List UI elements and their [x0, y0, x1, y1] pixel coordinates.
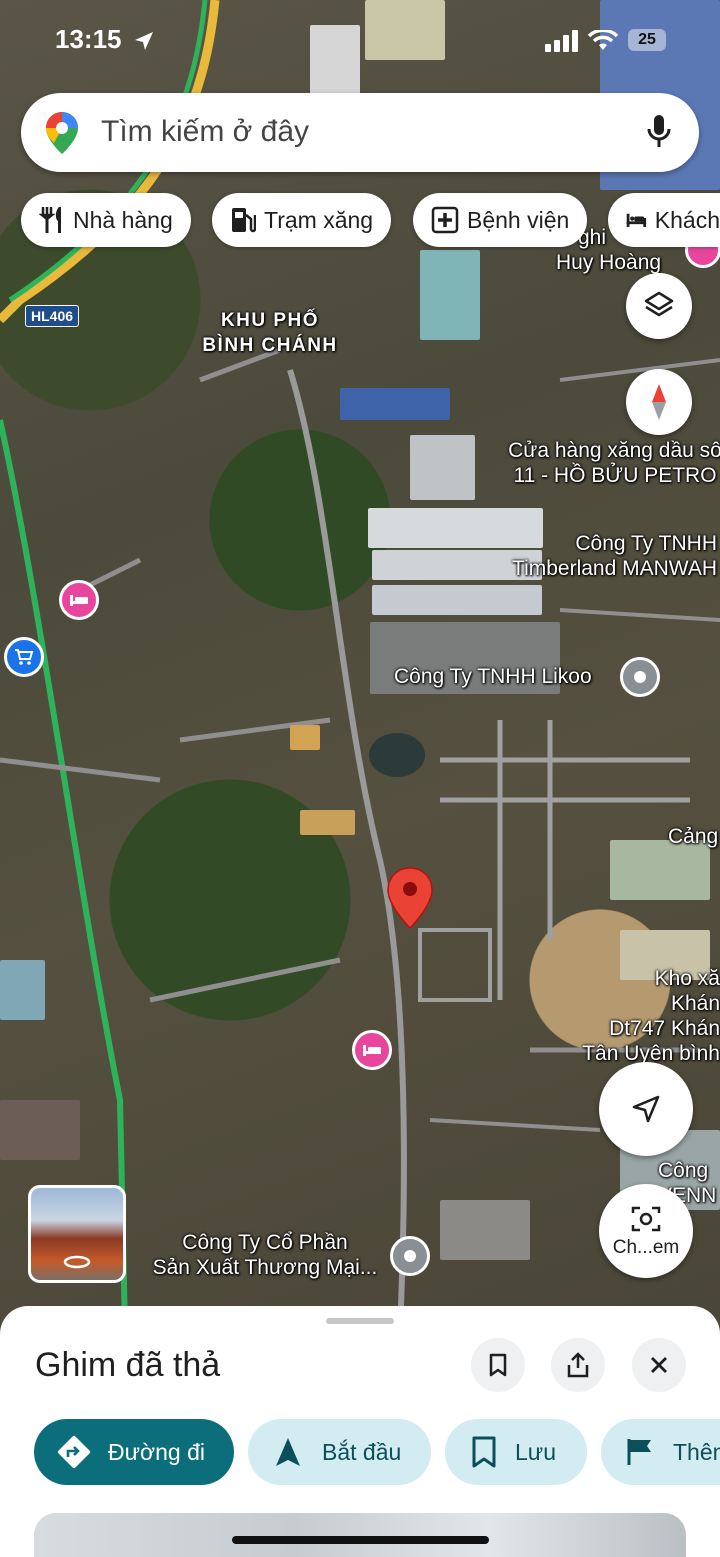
location-arrow-icon [135, 32, 153, 50]
chip-label: Bệnh viện [467, 206, 570, 233]
building [300, 810, 355, 835]
local-road [418, 928, 492, 1002]
compass-button[interactable] [626, 369, 692, 435]
chip-hospitals[interactable]: Bệnh viện [413, 193, 588, 247]
chip-gas-stations[interactable]: Trạm xăng [212, 193, 392, 247]
street-view-thumbnail[interactable] [28, 1185, 126, 1283]
bookmark-icon [489, 1353, 507, 1377]
place-photo[interactable] [34, 1513, 686, 1557]
search-bar[interactable]: Tìm kiếm ở đây [21, 93, 699, 172]
bed-icon [626, 213, 647, 227]
shopping-cart-poi-icon[interactable] [4, 637, 44, 677]
layers-button[interactable] [626, 273, 692, 339]
sheet-title: Ghim đã thả [35, 1346, 221, 1384]
place-label[interactable]: Công Ty TNHH Timberland MANWAH [485, 531, 717, 581]
place-label[interactable]: Cửa hàng xăng dầu sô 11 - HỒ BỬU PETRO [490, 438, 720, 488]
hotel-poi-icon[interactable] [352, 1030, 392, 1070]
road-shield: HL406 [25, 305, 80, 327]
directions-label: Đường đi [108, 1438, 205, 1465]
wifi-icon [588, 30, 618, 50]
place-marker-icon[interactable] [620, 657, 660, 697]
battery-icon: 25 [628, 29, 666, 51]
share-icon [567, 1352, 589, 1378]
save-label: Lưu [515, 1438, 556, 1465]
chip-label: Nhà hàng [73, 206, 173, 233]
home-indicator[interactable] [232, 1536, 489, 1544]
close-button[interactable] [632, 1338, 686, 1392]
start-label: Bắt đầu [322, 1438, 402, 1465]
share-button[interactable] [551, 1338, 605, 1392]
start-button[interactable]: Bắt đầu [248, 1419, 431, 1485]
place-label[interactable]: Công Ty Cổ Phần Sản Xuất Thương Mại... [130, 1230, 400, 1280]
place-label[interactable]: Kho xă Khán Dt747 Khán Tân Uyên bình [570, 966, 720, 1066]
building [610, 840, 710, 900]
dropped-pin-icon[interactable] [386, 866, 434, 930]
building [420, 250, 480, 340]
gas-station-icon [232, 208, 256, 233]
layers-icon [644, 291, 674, 317]
building [372, 585, 542, 615]
chip-hotels[interactable]: Khách [608, 193, 720, 247]
signal-icon [545, 30, 578, 52]
fork-knife-icon [39, 207, 61, 233]
directions-icon [57, 1435, 91, 1469]
directions-button[interactable]: Đường đi [34, 1419, 234, 1485]
save-button[interactable] [471, 1338, 525, 1392]
navigation-arrow-icon [632, 1095, 660, 1123]
status-time: 13:15 [55, 24, 122, 54]
my-location-button[interactable] [599, 1062, 693, 1156]
place-label[interactable]: Cảng [668, 824, 718, 849]
building [0, 1100, 80, 1160]
building [290, 725, 320, 750]
navigation-arrow-icon [276, 1438, 300, 1466]
save-action-button[interactable]: Lưu [445, 1419, 587, 1485]
compass-icon [652, 384, 666, 420]
building [340, 388, 450, 420]
microphone-icon[interactable] [646, 114, 672, 150]
bookmark-icon [472, 1436, 496, 1468]
place-bottom-sheet[interactable]: Ghim đã thả Đường đi Bắt đầu Lưu Thêm [0, 1306, 720, 1557]
status-bar: 13:15 25 [0, 0, 720, 80]
search-input[interactable]: Tìm kiếm ở đây [101, 115, 309, 149]
camera-button-label: Ch...em [612, 1237, 680, 1258]
building [440, 1200, 530, 1260]
sheet-drag-handle[interactable] [326, 1318, 394, 1324]
hospital-icon [431, 206, 459, 234]
chip-label: Trạm xăng [264, 206, 374, 233]
building [0, 960, 45, 1020]
camera-lens-icon [631, 1206, 661, 1232]
hotel-poi-icon[interactable] [59, 580, 99, 620]
rotate-360-icon [63, 1255, 91, 1269]
area-label: KHU PHỐ BÌNH CHÁNH [202, 310, 338, 356]
more-label: Thêm [673, 1438, 720, 1465]
chip-restaurants[interactable]: Nhà hàng [21, 193, 191, 247]
building [410, 435, 475, 500]
flag-icon [627, 1439, 651, 1465]
google-maps-logo-icon [46, 112, 78, 154]
close-icon [651, 1357, 667, 1373]
place-marker-icon[interactable] [390, 1236, 430, 1276]
chip-label: Khách [654, 206, 720, 233]
more-button[interactable]: Thêm [601, 1419, 720, 1485]
pond [369, 733, 425, 777]
camera-search-button[interactable]: Ch...em [599, 1184, 693, 1278]
place-label[interactable]: Công Ty TNHH Likoo [394, 664, 592, 689]
